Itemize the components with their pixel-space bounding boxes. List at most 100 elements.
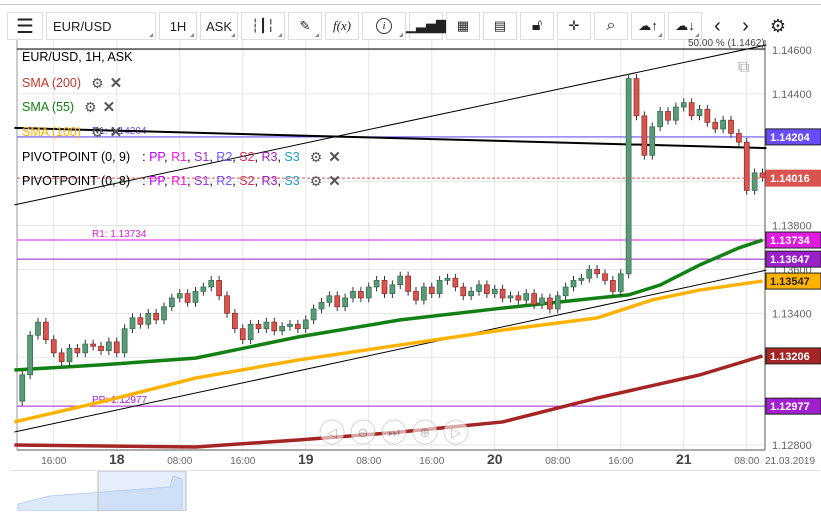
candle-up: [554, 295, 561, 310]
candle-up: [200, 286, 207, 292]
scroll-end-button[interactable]: ⏭: [381, 419, 407, 445]
candle-down: [334, 295, 341, 308]
legend-title: EUR/USD, 1H, ASK: [22, 50, 132, 64]
candle-up: [365, 286, 372, 299]
navigator[interactable]: [10, 470, 820, 512]
candle-up: [649, 126, 656, 156]
candle-up: [373, 280, 380, 288]
candle-up: [389, 284, 396, 294]
candle-up: [491, 288, 498, 294]
legend-sma200: SMA (200) ⚙ ✕: [22, 74, 123, 93]
price-tag-label: 1.12977: [770, 401, 810, 413]
candle-down: [232, 312, 238, 330]
candle-up: [476, 284, 482, 292]
pivot-part-s2: S2: [239, 174, 255, 188]
gear-icon[interactable]: ⚙: [91, 75, 104, 92]
candle-down: [641, 115, 648, 156]
candle-up: [720, 119, 726, 130]
candle-up: [82, 343, 89, 354]
candle-up: [121, 328, 128, 354]
close-icon[interactable]: ✕: [328, 148, 341, 166]
popout-icon[interactable]: ⧉: [738, 59, 749, 76]
x-tick-label: 16:00: [230, 456, 255, 467]
close-icon[interactable]: ✕: [103, 98, 116, 116]
x-tick-label: 16:00: [419, 456, 444, 467]
x-tick-label: 18: [109, 451, 125, 467]
candle-up: [421, 286, 427, 301]
candle-up: [247, 323, 254, 341]
sma100-label[interactable]: SMA (100): [22, 125, 81, 139]
scroll-left-button[interactable]: ◁: [319, 419, 345, 445]
pivot-part-s2: S2: [239, 150, 255, 164]
x-tick-label: 16:00: [41, 456, 66, 467]
candle-down: [759, 172, 766, 178]
x-tick-label: 08:00: [356, 456, 381, 467]
candle-up: [161, 306, 167, 321]
candle-down: [153, 312, 159, 321]
scroll-right-button[interactable]: ▷: [443, 419, 469, 445]
candle-up: [625, 78, 632, 275]
gear-icon[interactable]: ⚙: [310, 149, 323, 166]
candle-up: [562, 286, 569, 297]
candle-up: [570, 280, 577, 288]
candle-up: [310, 308, 317, 321]
candle-up: [66, 348, 73, 362]
x-tick-label: 16:00: [608, 456, 633, 467]
pivot-part-r3: R3: [261, 150, 278, 164]
pivot-part-r1: R1: [171, 174, 188, 188]
candle-down: [499, 288, 506, 299]
gear-icon[interactable]: ⚙: [91, 124, 104, 141]
zoom-in-icon: ⊕: [420, 425, 431, 440]
scroll-left-icon: ◁: [327, 425, 337, 440]
candle-down: [484, 284, 490, 294]
candle-up: [578, 277, 585, 281]
y-tick-label: 1.12800: [772, 440, 812, 452]
navigator-window[interactable]: [97, 470, 187, 512]
gear-icon[interactable]: ⚙: [84, 99, 97, 116]
candle-up: [169, 297, 175, 308]
candle-down: [224, 295, 230, 314]
candle-down: [43, 321, 49, 341]
x-tick-label: 20: [487, 451, 503, 467]
candle-down: [137, 317, 144, 325]
candle-down: [594, 269, 600, 275]
sma200-label[interactable]: SMA (200): [22, 76, 81, 90]
chart-title: EUR/USD, 1H, ASK: [22, 50, 133, 64]
pivot2-label[interactable]: PIVOTPOINT (0, 8): [22, 174, 130, 188]
zoom-out-button[interactable]: ⊖: [350, 419, 376, 445]
price-chart[interactable]: 1.128001.130001.132001.134001.136001.138…: [0, 0, 821, 517]
candle-up: [35, 321, 41, 336]
sma55-label[interactable]: SMA (55): [22, 100, 74, 114]
date-label: 21.03.2019: [765, 456, 815, 467]
candle-up: [318, 302, 325, 310]
candle-down: [295, 323, 301, 330]
candle-down: [633, 78, 640, 117]
candle-down: [743, 141, 750, 191]
candle-up: [586, 269, 593, 279]
candle-up: [27, 334, 33, 376]
close-icon[interactable]: ✕: [110, 74, 123, 92]
candle-down: [358, 291, 364, 299]
candle-up: [436, 280, 443, 294]
x-tick-label: 08:00: [545, 456, 570, 467]
candle-down: [90, 343, 96, 347]
candle-up: [208, 280, 215, 288]
candle-up: [129, 317, 136, 330]
y-tick-label: 1.14400: [772, 89, 812, 101]
close-icon[interactable]: ✕: [328, 172, 341, 190]
candle-down: [428, 286, 435, 294]
pivot1-label[interactable]: PIVOTPOINT (0, 9): [22, 150, 130, 164]
candle-down: [405, 275, 411, 292]
candle-down: [610, 280, 616, 292]
gear-icon[interactable]: ⚙: [310, 173, 323, 190]
candle-up: [617, 273, 624, 292]
close-icon[interactable]: ✕: [110, 123, 123, 141]
candle-down: [113, 341, 120, 354]
scroll-end-icon: ⏭: [388, 425, 400, 440]
zoom-in-button[interactable]: ⊕: [412, 419, 438, 445]
price-tag-label: 1.14204: [770, 132, 811, 144]
candle-down: [381, 280, 388, 294]
pivot-part-s3: S3: [284, 150, 300, 164]
candle-up: [751, 172, 758, 191]
candle-down: [688, 102, 695, 117]
